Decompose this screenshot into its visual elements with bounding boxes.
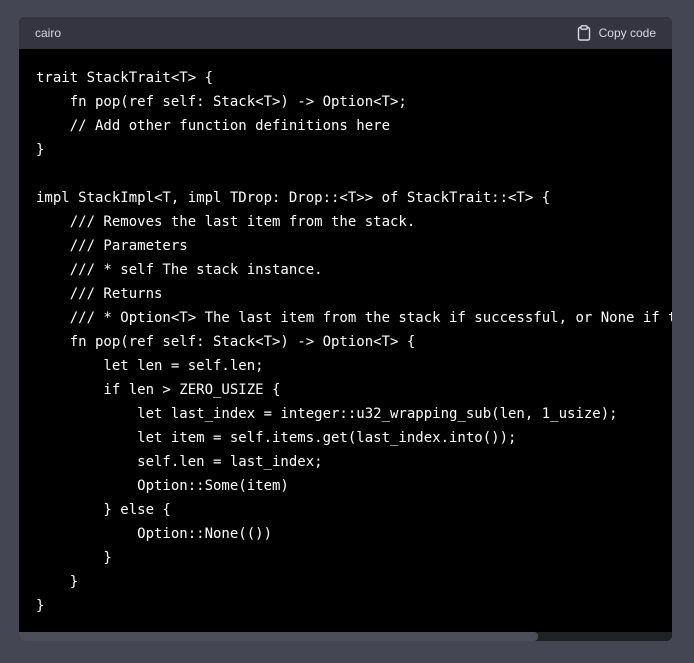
code-line: let last_index = integer::u32_wrapping_s… xyxy=(36,406,618,422)
code-line: /// * self The stack instance. xyxy=(36,262,323,278)
code-line: if len > ZERO_USIZE { xyxy=(36,382,281,398)
code-line: self.len = last_index; xyxy=(36,454,323,470)
horizontal-scrollbar-thumb[interactable] xyxy=(19,632,538,641)
code-line: } xyxy=(36,142,45,158)
code-line: /// Removes the last item from the stack… xyxy=(36,214,416,230)
code-line: /// Returns xyxy=(36,286,163,302)
code-block: cairo Copy code trait StackTrait<T> { fn… xyxy=(19,17,672,641)
code-line: let len = self.len; xyxy=(36,358,264,374)
code-line: } else { xyxy=(36,502,171,518)
code-line: /// Parameters xyxy=(36,238,188,254)
code-line: // Add other function definitions here xyxy=(36,118,391,134)
horizontal-scrollbar[interactable] xyxy=(19,632,672,641)
code-line: } xyxy=(36,550,112,566)
code-line: Option::Some(item) xyxy=(36,478,289,494)
code-line: fn pop(ref self: Stack<T>) -> Option<T> … xyxy=(36,334,416,350)
copy-code-label: Copy code xyxy=(598,26,656,40)
code-line: trait StackTrait<T> { xyxy=(36,70,214,86)
code-line: let item = self.items.get(last_index.int… xyxy=(36,430,517,446)
code-body: trait StackTrait<T> { fn pop(ref self: S… xyxy=(19,49,672,641)
code-language-label: cairo xyxy=(35,26,62,40)
clipboard-icon xyxy=(577,25,591,41)
code-line: } xyxy=(36,598,45,614)
code-line: fn pop(ref self: Stack<T>) -> Option<T>; xyxy=(36,94,407,110)
code-content: trait StackTrait<T> { fn pop(ref self: S… xyxy=(19,49,672,618)
copy-code-button[interactable]: Copy code xyxy=(577,25,656,41)
code-line: /// * Option<T> The last item from the s… xyxy=(69,310,672,326)
code-line: impl StackImpl<T, impl TDrop: Drop::<T>>… xyxy=(36,190,551,206)
code-header: cairo Copy code xyxy=(19,17,672,49)
code-lines: trait StackTrait<T> { fn pop(ref self: S… xyxy=(36,66,672,618)
code-line: } xyxy=(36,574,79,590)
code-line: Option::None(()) xyxy=(36,526,273,542)
